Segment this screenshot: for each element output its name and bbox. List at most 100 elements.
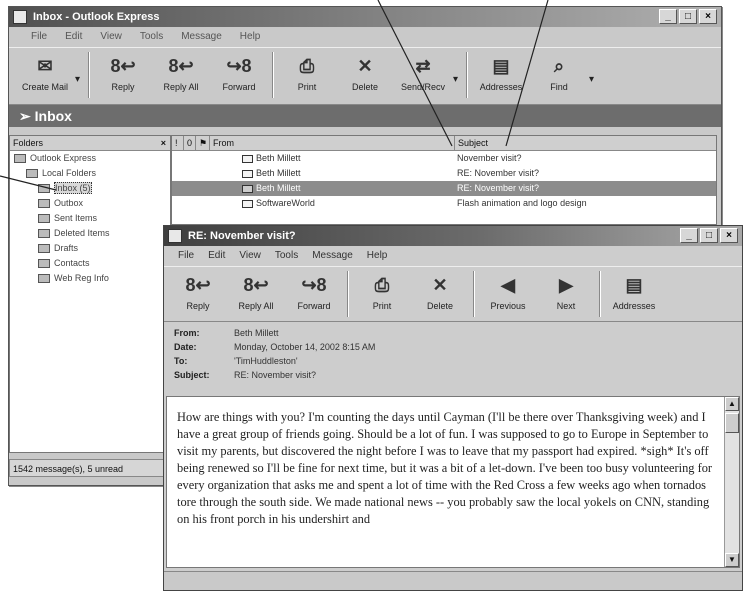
folder-title-icon: ➢ — [19, 108, 35, 124]
folder-item-drafts[interactable]: Drafts — [10, 241, 170, 256]
reply-icon: 8↩ — [110, 55, 136, 76]
main-addresses-button[interactable]: ▤ Addresses — [473, 48, 529, 102]
scroll-up-icon[interactable]: ▲ — [725, 397, 739, 411]
folder-icon — [38, 199, 50, 209]
flag-column-icon[interactable]: ⚑ — [196, 136, 210, 150]
folder-item-contacts[interactable]: Contacts — [10, 256, 170, 271]
main-title-bar[interactable]: Inbox - Outlook Express _ □ × — [9, 7, 721, 27]
main-delete-label: Delete — [351, 82, 378, 92]
reply-icon: 8↩ — [185, 274, 211, 295]
scroll-thumb[interactable] — [725, 413, 739, 433]
folder-label: Sent Items — [54, 213, 98, 223]
message-menu-edit[interactable]: Edit — [208, 248, 225, 264]
message-print-button[interactable]: ⎙ Print — [354, 267, 410, 321]
main-print-button[interactable]: ⎙ Print — [279, 48, 335, 102]
from-column-header[interactable]: From — [210, 136, 455, 150]
folder-icon — [14, 154, 26, 164]
message-rows: Beth Millett November visit? Beth Millett R… — [172, 151, 716, 211]
folder-title: Inbox — [34, 108, 72, 124]
folder-item-deleted-items[interactable]: Deleted Items — [10, 226, 170, 241]
folder-item-web-reg-info[interactable]: Web Reg Info — [10, 271, 170, 286]
main-menu-file[interactable]: File — [31, 29, 47, 45]
close-pane-icon[interactable]: × — [161, 136, 166, 150]
message-maximize-button[interactable]: □ — [700, 228, 718, 243]
message-title-bar[interactable]: RE: November visit? _ □ × — [164, 226, 742, 246]
scroll-down-icon[interactable]: ▼ — [725, 553, 739, 567]
message-menu-view[interactable]: View — [239, 248, 261, 264]
message-body-pane[interactable]: How are things with you? I'm counting th… — [166, 396, 740, 568]
message-reply-label: Reply — [186, 301, 210, 311]
dropdown-arrow-icon[interactable]: ▾ — [453, 48, 461, 85]
message-menu-help[interactable]: Help — [367, 248, 388, 264]
message-subject: RE: November visit? — [457, 168, 540, 178]
subject-column-header[interactable]: Subject — [455, 136, 715, 150]
message-previous-label: Previous — [490, 301, 526, 311]
subject-value: RE: November visit? — [234, 370, 317, 380]
message-print-label: Print — [372, 301, 392, 311]
main-menu-edit[interactable]: Edit — [65, 29, 82, 45]
main-send-recv-label: Send/Recv — [400, 82, 446, 92]
dropdown-arrow-icon[interactable]: ▾ — [589, 48, 597, 85]
folder-label: Drafts — [54, 243, 79, 253]
minimize-button[interactable]: _ — [659, 9, 677, 24]
main-menu-tools[interactable]: Tools — [140, 29, 163, 45]
main-find-label: Find — [550, 82, 568, 92]
message-menu-message[interactable]: Message — [312, 248, 353, 264]
main-menu-help[interactable]: Help — [240, 29, 261, 45]
main-forward-button[interactable]: ↪8 Forward — [211, 48, 267, 102]
main-delete-button[interactable]: ✕ Delete — [337, 48, 393, 102]
message-from-text: Beth Millett — [256, 153, 301, 163]
message-row[interactable]: Beth Millett RE: November visit? — [172, 166, 716, 181]
main-reply-all-label: Reply All — [163, 82, 199, 92]
message-reply-all-button[interactable]: 8↩ Reply All — [228, 267, 284, 321]
folder-item-outlook-express[interactable]: Outlook Express — [10, 151, 170, 166]
forward-icon: ↪8 — [301, 274, 327, 295]
message-previous-button[interactable]: ◀ Previous — [480, 267, 536, 321]
delete-icon: ✕ — [357, 55, 373, 76]
attachment-column-icon[interactable]: 0 — [184, 136, 196, 150]
main-menu-bar: File Edit View Tools Message Help — [9, 29, 721, 45]
message-from: Beth Millett — [242, 151, 301, 166]
message-row[interactable]: Beth Millett November visit? — [172, 151, 716, 166]
folder-item-local-folders[interactable]: Local Folders — [10, 166, 170, 181]
message-row[interactable]: Beth Millett RE: November visit? — [172, 181, 716, 196]
message-next-button[interactable]: ▶ Next — [538, 267, 594, 321]
close-button[interactable]: × — [699, 9, 717, 24]
main-menu-view[interactable]: View — [100, 29, 122, 45]
main-reply-button[interactable]: 8↩ Reply — [95, 48, 151, 102]
folder-item-outbox[interactable]: Outbox — [10, 196, 170, 211]
message-subject: November visit? — [457, 153, 522, 163]
print-icon: ⎙ — [299, 55, 315, 76]
main-create-mail-button[interactable]: ✉ Create Mail — [17, 48, 73, 102]
main-menu-message[interactable]: Message — [181, 29, 222, 45]
maximize-button[interactable]: □ — [679, 9, 697, 24]
message-delete-label: Delete — [426, 301, 453, 311]
message-reply-button[interactable]: 8↩ Reply — [170, 267, 226, 321]
from-value: Beth Millett — [234, 328, 279, 338]
envelope-icon — [242, 184, 253, 193]
message-window-title: RE: November visit? — [188, 230, 296, 242]
message-menu-file[interactable]: File — [178, 248, 194, 264]
reply-all-icon: 8↩ — [168, 55, 194, 76]
message-toolbar: 8↩ Reply 8↩ Reply All ↪8 Forward ⎙ Print ✕ Delete… — [164, 266, 742, 322]
message-delete-button[interactable]: ✕ Delete — [412, 267, 468, 321]
addresses-icon: ▤ — [492, 55, 510, 76]
message-scrollbar[interactable]: ▲ ▼ — [724, 397, 739, 567]
folder-item-inbox-5[interactable]: Inbox (5) — [10, 181, 170, 196]
main-find-button[interactable]: ⌕ Find — [531, 48, 587, 102]
folder-icon — [38, 214, 50, 224]
folder-title-bar: ➢ Inbox — [9, 105, 721, 127]
message-forward-button[interactable]: ↪8 Forward — [286, 267, 342, 321]
message-row[interactable]: SoftwareWorld Flash animation and logo de… — [172, 196, 716, 211]
message-close-button[interactable]: × — [720, 228, 738, 243]
message-from-text: SoftwareWorld — [256, 198, 315, 208]
message-minimize-button[interactable]: _ — [680, 228, 698, 243]
message-menu-tools[interactable]: Tools — [275, 248, 298, 264]
priority-column-icon[interactable]: ! — [172, 136, 184, 150]
dropdown-arrow-icon[interactable]: ▾ — [75, 48, 83, 85]
message-addresses-button[interactable]: ▤ Addresses — [606, 267, 662, 321]
envelope-icon — [242, 199, 253, 208]
main-send-recv-button[interactable]: ⇄ Send/Recv — [395, 48, 451, 102]
main-reply-all-button[interactable]: 8↩ Reply All — [153, 48, 209, 102]
folder-item-sent-items[interactable]: Sent Items — [10, 211, 170, 226]
